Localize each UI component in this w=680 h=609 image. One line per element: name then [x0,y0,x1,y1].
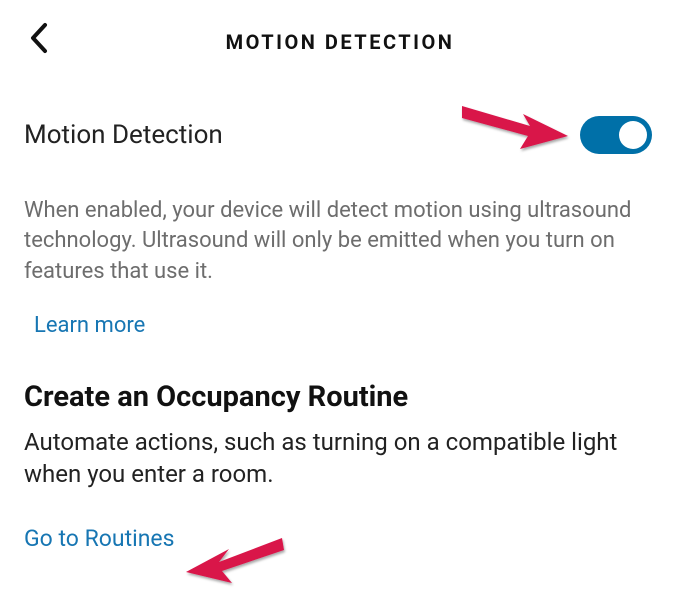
go-to-routines-link[interactable]: Go to Routines [0,491,680,552]
chevron-left-icon [28,22,50,54]
motion-detection-label: Motion Detection [24,120,223,150]
occupancy-routine-title: Create an Occupancy Routine [0,338,680,414]
learn-more-link[interactable]: Learn more [0,287,680,338]
page-title: MOTION DETECTION [20,16,660,54]
motion-detection-toggle[interactable] [580,116,652,154]
back-button[interactable] [28,22,50,54]
toggle-knob [619,121,647,149]
motion-detection-description: When enabled, your device will detect mo… [0,172,680,287]
occupancy-routine-description: Automate actions, such as turning on a c… [0,414,680,491]
